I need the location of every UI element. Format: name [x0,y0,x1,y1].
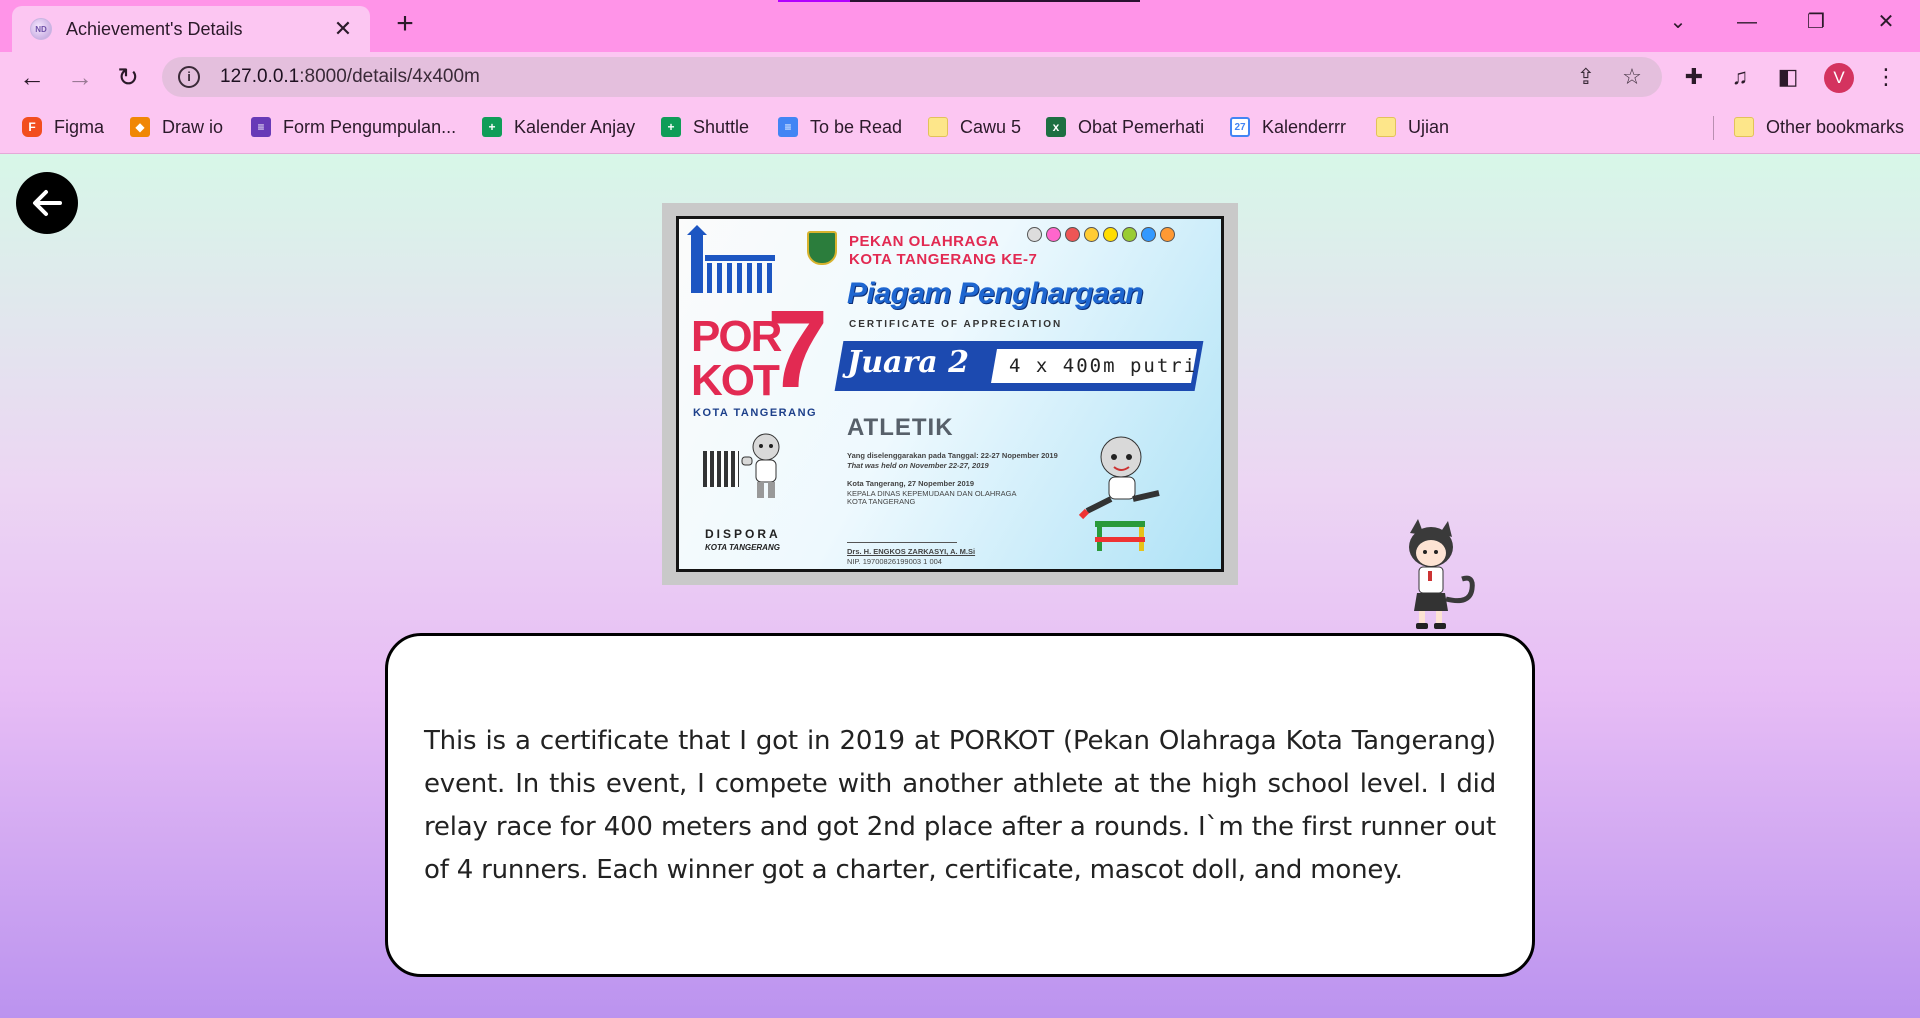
bookmark-to-be-read[interactable]: ≡ To be Read [778,114,902,140]
browser-toolbar: ← → ↻ i 127.0.0.1:8000/details/4x400m ⇪ … [0,52,1920,102]
page-load-progress [778,0,1140,2]
url-text[interactable]: 127.0.0.1:8000/details/4x400m [220,66,1570,88]
city-emblem-logo [807,231,837,265]
bookmark-star-icon[interactable]: ☆ [1616,61,1648,93]
folder-icon [1376,117,1396,137]
google-docs-icon: ≡ [778,117,798,137]
sponsor-logos [1027,227,1175,242]
browser-title-bar: ND Achievement's Details ✕ + ⌄ — ❐ ✕ [0,0,1920,52]
address-bar[interactable]: i 127.0.0.1:8000/details/4x400m ⇪ ☆ [162,57,1662,97]
bookmark-shuttle[interactable]: + Shuttle [661,114,749,140]
new-tab-button[interactable]: + [390,9,420,40]
certificate-border: POR KOT 7 KOTA TANGERANG DISPORA KOTA TA… [676,216,1224,572]
google-sheets-icon: + [482,117,502,137]
google-calendar-icon: 27 [1230,117,1250,137]
extensions-puzzle-icon[interactable]: ✚ [1678,61,1710,93]
bookmark-drawio[interactable]: ◆ Draw io [130,114,223,140]
restore-button[interactable]: ❐ [1796,8,1836,36]
side-panel-icon[interactable]: ◧ [1772,61,1804,93]
certificate-header-line2: KOTA TANGERANG KE-7 [849,251,1038,268]
bookmark-kalender-anjay[interactable]: + Kalender Anjay [482,114,635,140]
held-line-1: Yang diselenggarakan pada Tanggal: 22-27… [847,451,1058,460]
back-arrow-icon[interactable]: ← [16,61,48,93]
minimize-button[interactable]: — [1727,8,1767,36]
tab-achievement-details[interactable]: ND Achievement's Details ✕ [12,6,370,52]
certificate-image: POR KOT 7 KOTA TANGERANG DISPORA KOTA TA… [662,203,1238,585]
achievement-description-card: This is a certificate that I got in 2019… [385,633,1535,977]
site-favicon-icon: ND [30,18,52,40]
folder-icon [1734,117,1754,137]
excel-icon: x [1046,117,1066,137]
tab-close-icon[interactable]: ✕ [330,16,356,42]
drawio-icon: ◆ [130,117,150,137]
tab-search-chevron-icon[interactable]: ⌄ [1658,8,1698,36]
figma-icon: F [22,117,42,137]
bookmark-cawu-5[interactable]: Cawu 5 [928,114,1021,140]
more-menu-icon[interactable]: ⋮ [1870,61,1902,93]
porkot-logo-number: 7 [767,288,829,411]
qr-code [703,451,739,487]
other-bookmarks[interactable]: Other bookmarks [1734,114,1904,140]
signature [847,519,957,543]
office-line-2: KOTA TANGERANG [847,497,916,506]
arrow-left-icon [33,190,62,216]
forward-arrow-icon[interactable]: → [64,61,96,93]
google-forms-icon: ≡ [251,117,271,137]
dispora-city-label: KOTA TANGERANG [705,543,780,552]
city-tower-logo [687,225,775,293]
profile-avatar[interactable]: V [1824,63,1854,93]
porkot-city-label: KOTA TANGERANG [693,407,818,419]
bookmark-obat-pemerhati[interactable]: x Obat Pemerhati [1046,114,1204,140]
place-date: Kota Tangerang, 27 Nopember 2019 [847,479,974,488]
close-window-button[interactable]: ✕ [1866,8,1906,36]
tab-title: Achievement's Details [66,18,243,39]
achievement-description: This is a certificate that I got in 2019… [424,726,1496,885]
page-viewport: POR KOT 7 KOTA TANGERANG DISPORA KOTA TA… [0,154,1920,1018]
bookmark-ujian[interactable]: Ujian [1376,114,1449,140]
sport-name: ATLETIK [847,414,954,441]
signer-name: Drs. H. ENGKOS ZARKASYI, A. M.Si [847,547,976,556]
bookmarks-divider [1713,116,1714,140]
bookmark-kalenderrr[interactable]: 27 Kalenderrr [1230,114,1346,140]
google-sheets-icon: + [661,117,681,137]
share-icon[interactable]: ⇪ [1570,61,1602,93]
mascot-thumbs-up-image [741,433,780,498]
bookmarks-bar: F Figma ◆ Draw io ≡ Form Pengumpulan... … [0,102,1920,154]
folder-icon [928,117,948,137]
mascot-hurdling-image [1079,436,1160,551]
certificate-title: Piagam Penghargaan [847,277,1144,310]
certificate-subtitle: CERTIFICATE OF APPRECIATION [849,319,1063,330]
certificate-body: POR KOT 7 KOTA TANGERANG DISPORA KOTA TA… [679,219,1221,569]
rank-label: Juara 2 [847,345,970,380]
bookmark-form-pengumpulan[interactable]: ≡ Form Pengumpulan... [251,114,456,140]
bookmark-figma[interactable]: F Figma [22,114,104,140]
held-line-2: That was held on November 22-27, 2019 [847,461,989,470]
catgirl-mascot-image [1409,519,1475,629]
back-button[interactable] [16,172,78,234]
site-info-icon[interactable]: i [178,66,200,88]
certificate-header-line1: PEKAN OLAHRAGA [849,233,1000,250]
event-name: 4 x 400m putri [1009,355,1198,377]
dispora-label: DISPORA [705,527,781,541]
reload-icon[interactable]: ↻ [112,61,144,93]
signer-nip: NIP. 19700826199003 1 004 [847,557,942,566]
media-control-icon[interactable]: ♫ [1724,61,1756,93]
